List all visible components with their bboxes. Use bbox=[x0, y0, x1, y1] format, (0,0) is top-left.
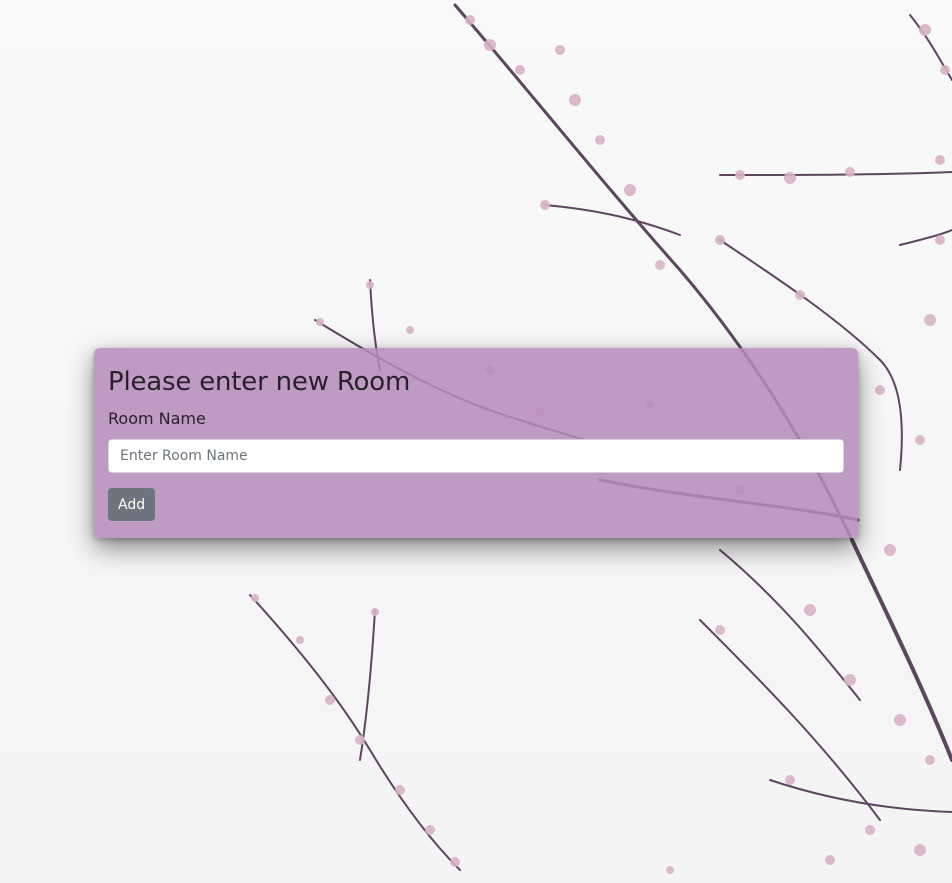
room-name-label: Room Name bbox=[108, 409, 206, 428]
new-room-card: Please enter new Room Room Name Add bbox=[94, 348, 858, 538]
page: Please enter new Room Room Name Add bbox=[0, 0, 952, 883]
card-title: Please enter new Room bbox=[108, 367, 411, 397]
add-button[interactable]: Add bbox=[108, 488, 156, 521]
room-name-input[interactable] bbox=[108, 439, 844, 473]
